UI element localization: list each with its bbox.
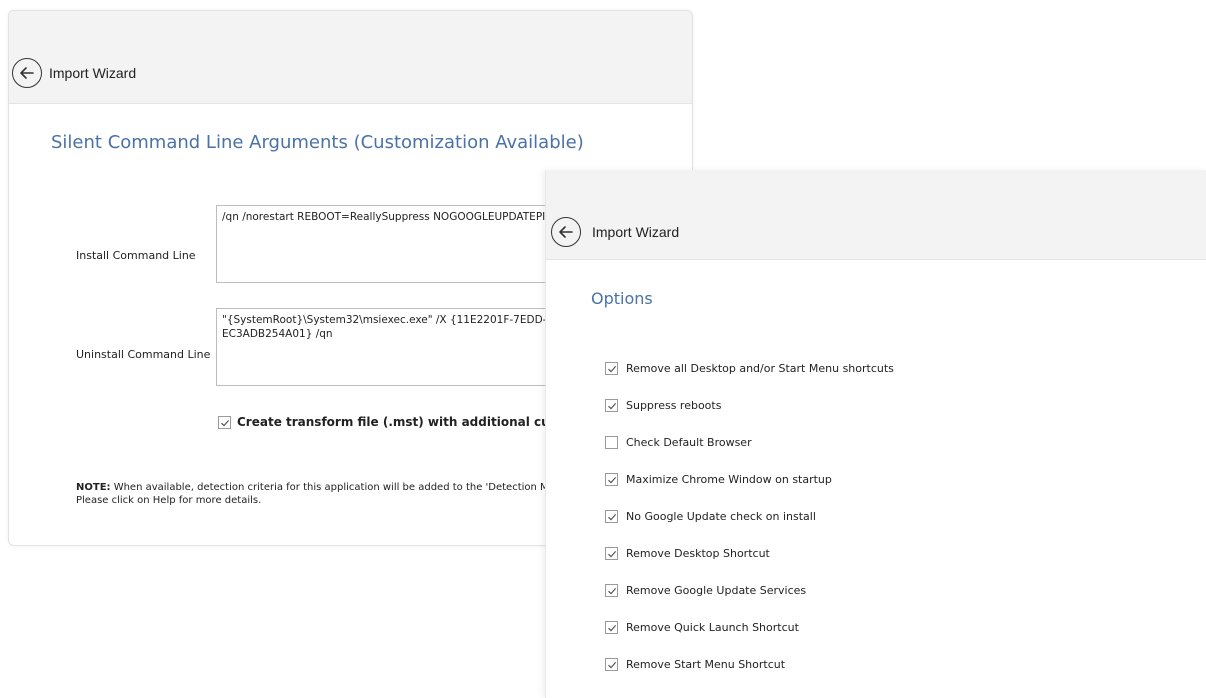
option-checkbox[interactable] — [605, 510, 618, 523]
option-checkbox[interactable] — [605, 547, 618, 560]
option-checkbox[interactable] — [605, 362, 618, 375]
option-checkbox[interactable] — [605, 436, 618, 449]
back-button[interactable] — [551, 217, 581, 247]
checkmark-icon — [608, 477, 617, 484]
wizard-title: Import Wizard — [49, 65, 137, 81]
wizard-title: Import Wizard — [592, 224, 680, 240]
option-label: No Google Update check on install — [626, 510, 816, 523]
option-checkbox[interactable] — [605, 473, 618, 486]
checkmark-icon — [608, 551, 617, 558]
note-line-2: Please click on Help for more details. — [76, 495, 262, 506]
import-wizard-options-panel: Import Wizard Options Remove all Desktop… — [545, 170, 1206, 698]
detection-note: NOTE: When available, detection criteria… — [76, 481, 623, 507]
checkmark-icon — [608, 403, 617, 410]
checkmark-icon — [221, 420, 230, 427]
options-title: Options — [591, 289, 653, 308]
option-label: Remove Start Menu Shortcut — [626, 658, 786, 671]
checkmark-icon — [608, 662, 617, 669]
option-label: Remove Quick Launch Shortcut — [626, 621, 799, 634]
option-label: Suppress reboots — [626, 399, 722, 412]
option-label: Remove Desktop Shortcut — [626, 547, 770, 560]
uninstall-command-label: Uninstall Command Line — [76, 348, 211, 361]
checkmark-icon — [608, 625, 617, 632]
back-button[interactable] — [12, 58, 42, 88]
option-label: Remove Google Update Services — [626, 584, 807, 597]
wizard-header: Import Wizard — [9, 11, 692, 104]
option-label: Check Default Browser — [626, 436, 752, 449]
option-checkbox[interactable] — [605, 621, 618, 634]
section-title: Silent Command Line Arguments (Customiza… — [51, 132, 584, 153]
wizard-header: Import Wizard — [546, 170, 1206, 260]
option-label: Remove all Desktop and/or Start Menu sho… — [626, 362, 894, 375]
transform-checkbox[interactable] — [218, 416, 231, 429]
install-command-label: Install Command Line — [76, 249, 196, 262]
option-checkbox[interactable] — [605, 399, 618, 412]
checkmark-icon — [608, 366, 617, 373]
option-checkbox[interactable] — [605, 658, 618, 671]
checkmark-icon — [608, 588, 617, 595]
option-label: Maximize Chrome Window on startup — [626, 473, 832, 486]
arrow-left-icon — [20, 67, 34, 79]
checkmark-icon — [608, 514, 617, 521]
option-checkbox[interactable] — [605, 584, 618, 597]
arrow-left-icon — [559, 226, 573, 238]
note-prefix: NOTE: — [76, 482, 111, 493]
